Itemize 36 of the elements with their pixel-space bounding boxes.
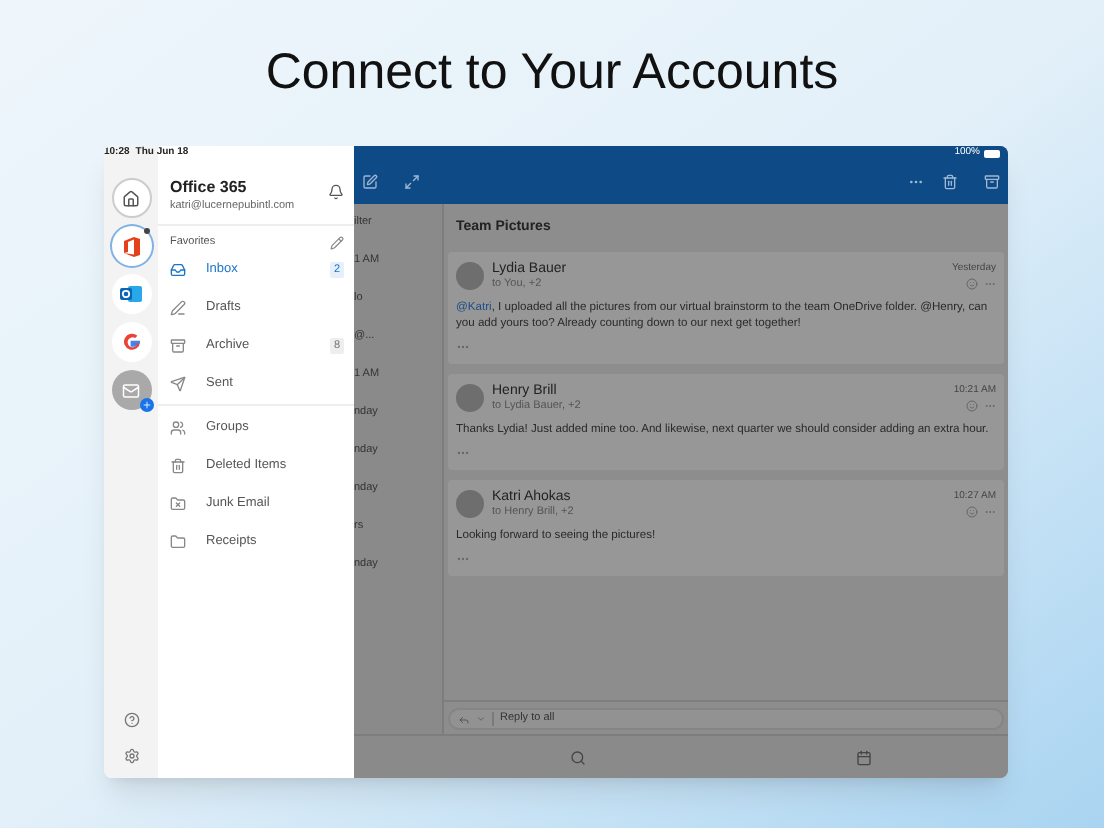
- account-button[interactable]: [111, 322, 151, 362]
- junk-icon: [170, 495, 186, 512]
- account-title: Office 365: [170, 178, 249, 198]
- account-button[interactable]: [111, 226, 151, 266]
- account-button[interactable]: [111, 370, 151, 410]
- edit-icon[interactable]: [330, 235, 344, 250]
- inbox-icon: [170, 261, 186, 278]
- trash-icon[interactable]: [942, 174, 958, 190]
- avatar: [456, 383, 484, 411]
- office-logo-icon: [121, 235, 141, 257]
- battery-icon: [984, 149, 1000, 157]
- account-button[interactable]: [111, 178, 151, 218]
- groups-icon: [170, 419, 186, 436]
- account-button[interactable]: [111, 274, 151, 314]
- reply-icon: [458, 713, 470, 725]
- expand-icon[interactable]: [404, 174, 420, 190]
- sent-icon: [170, 375, 186, 392]
- bell-icon[interactable]: [328, 184, 344, 200]
- help-icon[interactable]: [123, 712, 139, 728]
- outlook-logo-icon: [120, 284, 142, 304]
- calendar-icon[interactable]: [856, 749, 873, 765]
- folder-icon: [170, 533, 186, 550]
- mail-icon: [122, 381, 140, 399]
- chevron-icon: [476, 714, 486, 724]
- settings-icon[interactable]: [123, 748, 139, 764]
- archive-icon[interactable]: [984, 174, 1000, 190]
- compose-icon[interactable]: [362, 174, 378, 190]
- archive-icon: [170, 337, 186, 354]
- avatar: [456, 489, 484, 517]
- avatar: [456, 261, 484, 289]
- home-icon: [122, 189, 140, 207]
- search-icon[interactable]: [569, 749, 586, 765]
- google-logo-icon: [121, 332, 141, 352]
- headline: Connect to Your Accounts: [265, 42, 839, 102]
- drafts-icon: [170, 299, 186, 316]
- trash-icon: [170, 457, 186, 474]
